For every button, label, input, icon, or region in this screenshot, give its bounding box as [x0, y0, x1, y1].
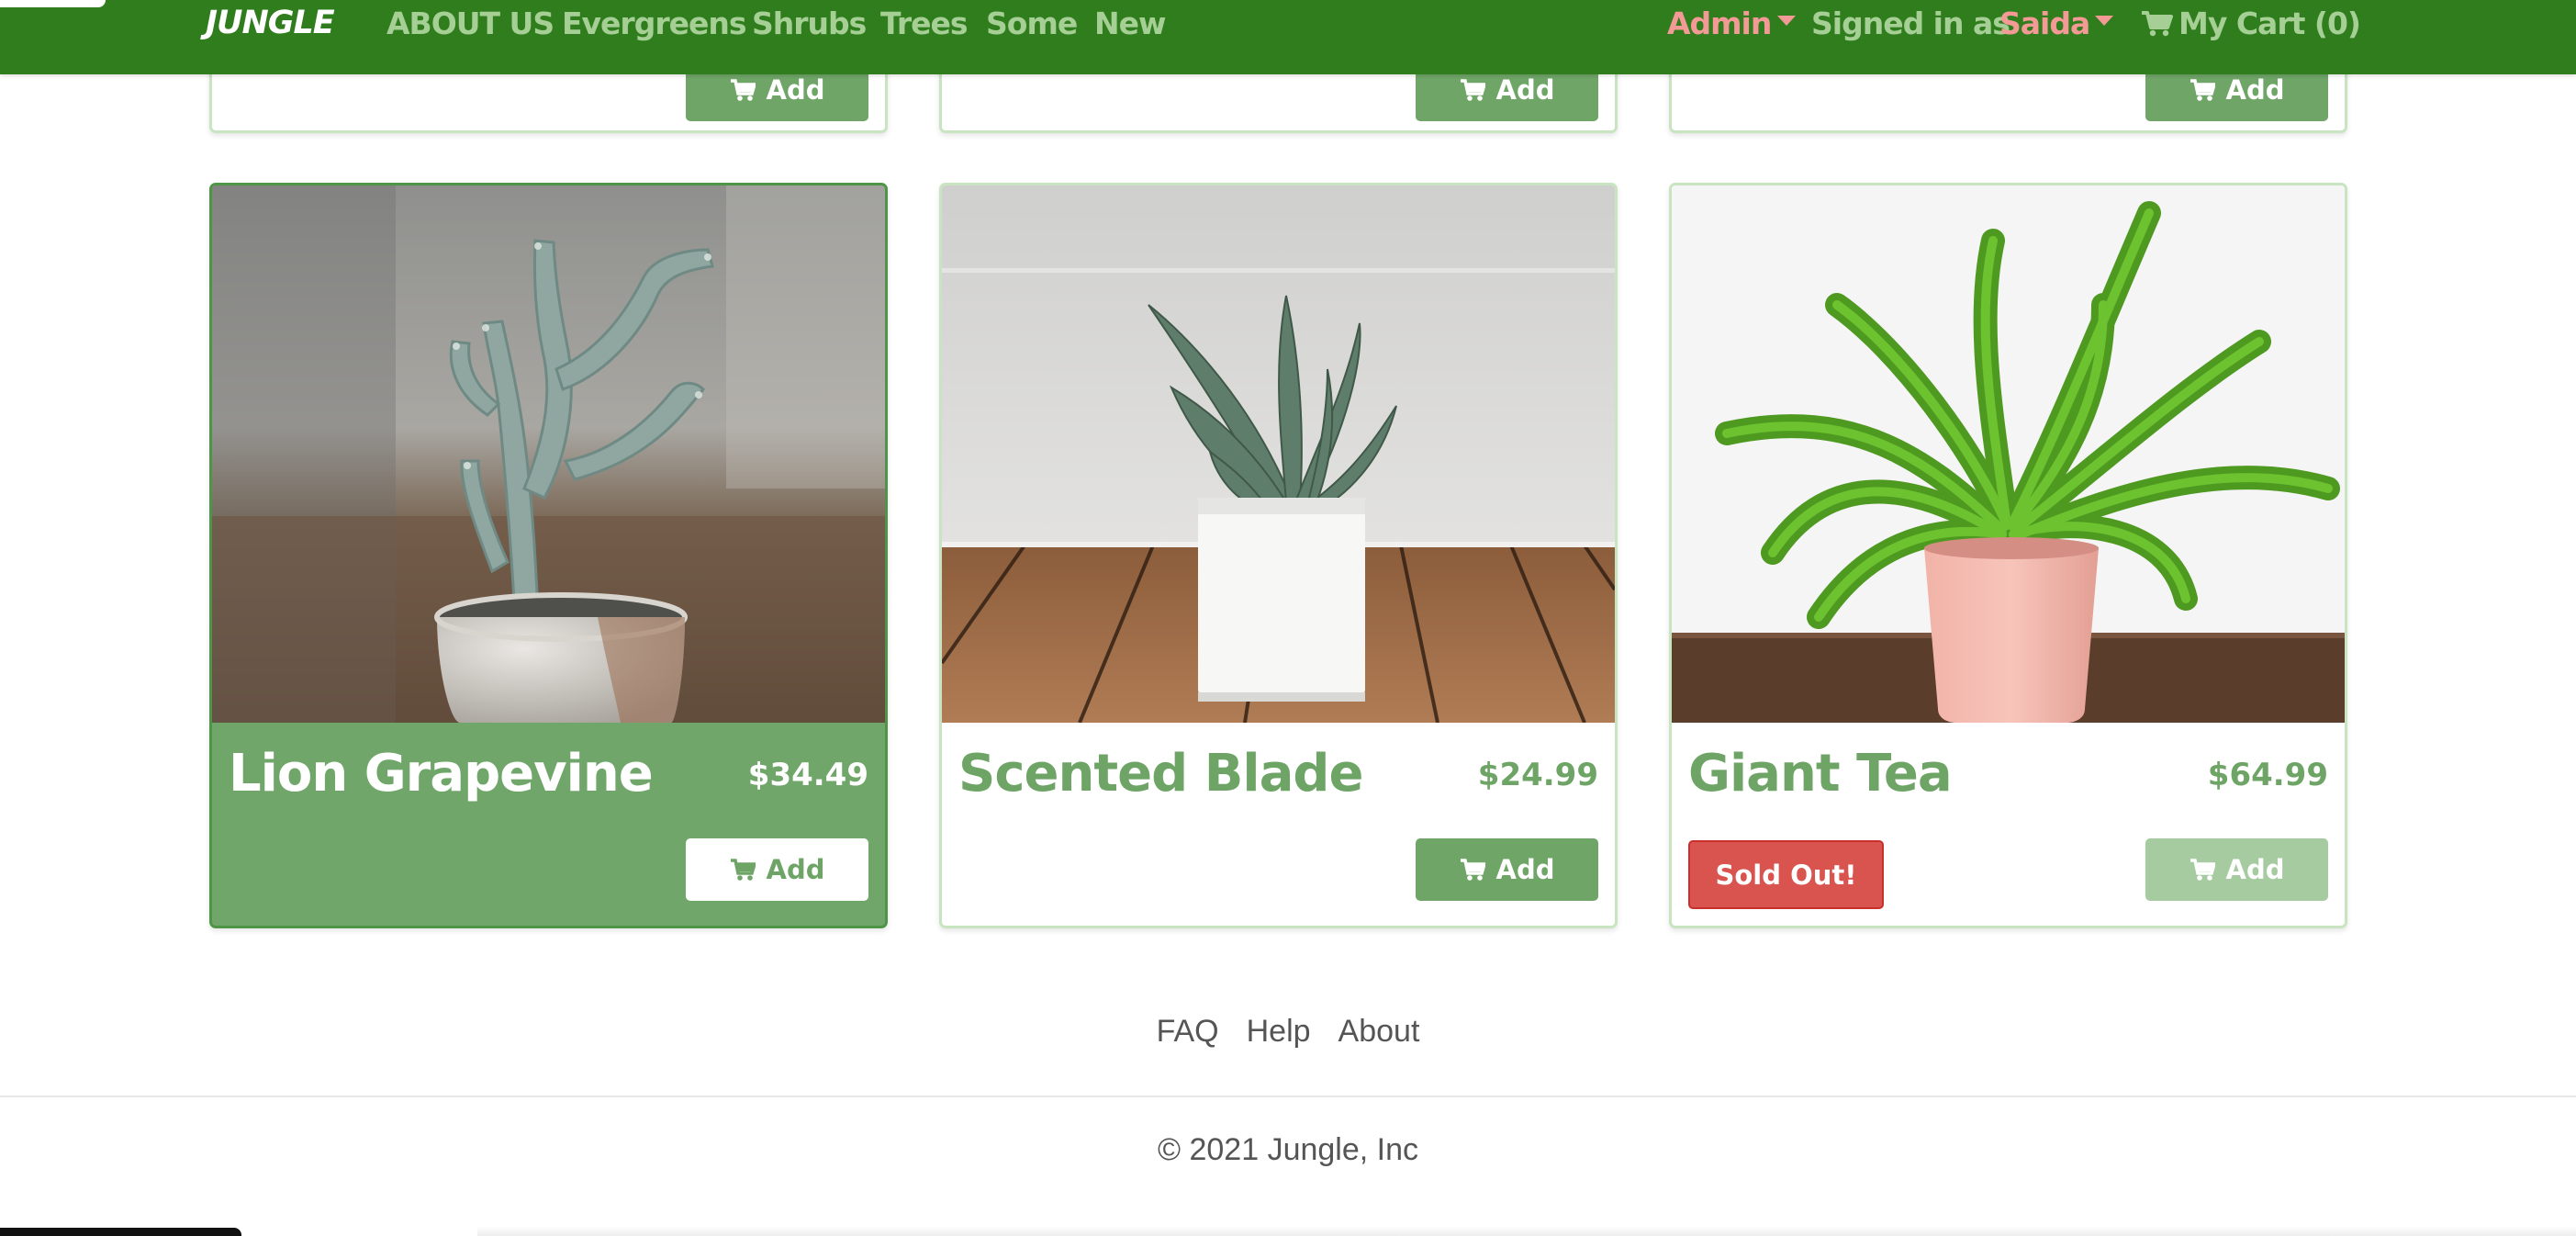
caret-down-icon[interactable] — [2095, 16, 2113, 26]
product-price: $34.49 — [747, 757, 868, 793]
product-name[interactable]: Giant Tea — [1688, 733, 1953, 815]
add-label: Add — [1495, 74, 1555, 106]
bottom-overlay-bar — [0, 1228, 241, 1236]
product-image-cactus — [212, 185, 885, 723]
footer-links: FAQ Help About — [0, 1008, 2576, 1054]
caret-down-icon[interactable] — [1777, 16, 1796, 26]
brand-logo[interactable]: JUNGLE — [206, 0, 335, 47]
sold-out-badge: Sold Out! — [1688, 840, 1884, 909]
cart-icon — [1460, 859, 1485, 881]
product-name[interactable]: Lion Grapevine — [229, 733, 654, 815]
add-label: Add — [766, 74, 825, 106]
product-image-fern — [1672, 185, 2345, 723]
add-to-cart-button[interactable]: Add — [686, 838, 868, 901]
cart-icon — [1460, 79, 1485, 101]
add-label: Add — [1495, 854, 1555, 885]
bottom-edge-shadow — [477, 1226, 2576, 1236]
product-card-scented-blade[interactable]: Scented Blade $24.99 Add — [939, 183, 1618, 928]
add-label: Add — [2225, 74, 2285, 106]
browser-tab-remnant — [0, 0, 106, 7]
cart-icon — [730, 859, 756, 881]
product-card-giant-tea[interactable]: Giant Tea $64.99 Sold Out! Add — [1669, 183, 2347, 928]
my-cart-link[interactable]: My Cart (0) — [2178, 0, 2361, 47]
footer-link-about[interactable]: About — [1338, 1008, 1420, 1054]
user-dropdown[interactable]: Saida — [1999, 0, 2090, 47]
nav-link-about-us[interactable]: ABOUT US — [386, 0, 554, 47]
footer-link-help[interactable]: Help — [1247, 1008, 1311, 1054]
cart-icon — [2190, 79, 2215, 101]
admin-dropdown[interactable]: Admin — [1667, 0, 1772, 47]
product-name[interactable]: Scented Blade — [958, 733, 1363, 815]
nav-link-some[interactable]: Some — [986, 0, 1078, 47]
product-card-lion-grapevine[interactable]: Lion Grapevine $34.49 Add — [209, 183, 888, 928]
footer-divider — [0, 1096, 2576, 1097]
footer-link-faq[interactable]: FAQ — [1157, 1008, 1219, 1054]
nav-link-shrubs[interactable]: Shrubs — [752, 0, 867, 47]
add-label: Add — [2225, 854, 2285, 885]
add-to-cart-button[interactable]: Add — [1416, 838, 1598, 901]
cart-icon — [2190, 859, 2215, 881]
nav-link-new[interactable]: New — [1094, 0, 1166, 47]
nav-link-evergreens[interactable]: Evergreens — [562, 0, 747, 47]
add-to-cart-button-disabled[interactable]: Add — [2145, 838, 2328, 901]
signed-in-label: Signed in as — [1811, 6, 2010, 41]
nav-link-trees[interactable]: Trees — [880, 0, 969, 47]
cart-icon — [730, 79, 756, 101]
product-price: $24.99 — [1477, 757, 1598, 793]
product-price: $64.99 — [2207, 757, 2328, 793]
product-image-succulent — [942, 185, 1615, 723]
cart-icon[interactable] — [2141, 10, 2174, 42]
copyright: © 2021 Jungle, Inc — [1157, 1132, 1419, 1167]
navbar: JUNGLE ABOUT US Evergreens Shrubs Trees … — [0, 0, 2576, 74]
add-label: Add — [766, 854, 825, 885]
